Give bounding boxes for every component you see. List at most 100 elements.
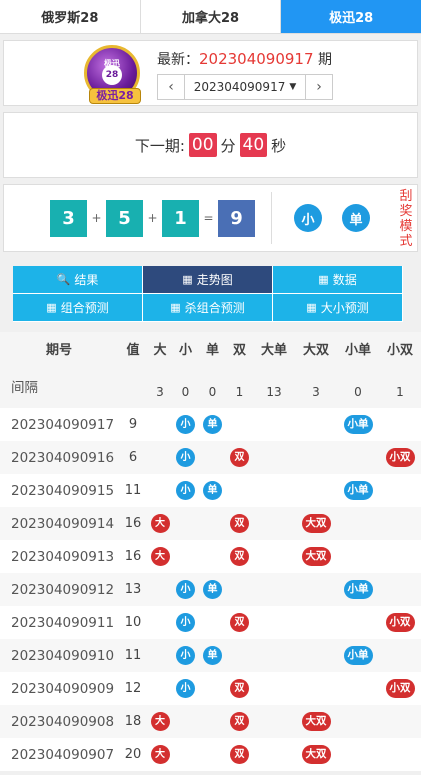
row-mark-cell <box>172 540 199 573</box>
row-mark-cell: 双 <box>226 507 253 540</box>
minutes-unit: 分 <box>220 136 236 155</box>
issue-select[interactable]: 202304090917 ▼ <box>185 74 305 100</box>
combo-badge: 大双 <box>301 514 331 533</box>
data-button[interactable]: ▦ 数据 <box>273 266 403 294</box>
row-value: 6 <box>118 441 148 474</box>
row-mark-cell <box>199 672 226 705</box>
row-mark-cell <box>253 705 295 738</box>
tab-russia28[interactable]: 俄罗斯28 <box>0 0 141 33</box>
combo-badge: 大双 <box>301 712 331 731</box>
row-mark-cell <box>337 441 379 474</box>
row-value: 16 <box>124 549 142 564</box>
row-value: 11 <box>124 483 142 498</box>
trend-chart-button[interactable]: ▦ 走势图 <box>143 266 273 294</box>
tab-jixun28[interactable]: 极迅28 <box>281 0 421 33</box>
row-mark-cell <box>148 441 172 474</box>
row-mark-cell <box>199 606 226 639</box>
table-row: 202304090913 16 大双大双 <box>0 540 421 573</box>
row-mark-cell <box>199 441 226 474</box>
mark-badge: 双 <box>230 679 249 698</box>
combo-prediction-button[interactable]: ▦ 组合预测 <box>13 294 143 322</box>
countdown-seconds: 40 <box>239 133 268 157</box>
gap-row: 间隔 3 0 0 1 13 3 0 1 <box>0 364 421 408</box>
row-mark-cell <box>253 738 295 771</box>
row-mark-cell <box>295 606 337 639</box>
mark-badge: 小 <box>176 679 195 698</box>
row-mark-cell: 双 <box>226 738 253 771</box>
number-3: 1 <box>162 199 199 237</box>
row-value: 20 <box>124 747 142 762</box>
table-row: 202304090915 11 小单 小单 <box>0 474 421 507</box>
row-mark-cell <box>172 738 199 771</box>
row-mark-cell <box>148 672 172 705</box>
row-mark-cell: 单 <box>199 408 226 441</box>
issue-select-value: 202304090917 <box>193 80 286 94</box>
table-row: 202304090907 20 大双大双 <box>0 738 421 771</box>
table-row: 202304090909 12 小双小双 <box>0 672 421 705</box>
tab-canada28[interactable]: 加拿大28 <box>141 0 282 33</box>
mark-badge: 小 <box>176 415 195 434</box>
header-even: 双 <box>226 332 253 364</box>
row-mark-cell <box>199 738 226 771</box>
button-label: 结果 <box>74 273 99 287</box>
row-mark-cell <box>337 705 379 738</box>
row-mark-cell: 单 <box>199 639 226 672</box>
latest-issue: 最新：202304090917 期 <box>157 49 333 69</box>
mark-badge: 大 <box>150 745 170 764</box>
row-mark-cell: 双 <box>226 705 253 738</box>
row-mark-cell <box>337 738 379 771</box>
header-big-odd: 大单 <box>253 332 295 364</box>
logo-top-text: 极迅 <box>104 59 120 68</box>
row-mark-cell <box>253 540 295 573</box>
trend-table: 期号 值 大 小 单 双 大单 大双 小单 小双 间隔 3 0 0 1 13 3… <box>0 332 421 771</box>
row-mark-cell <box>226 408 253 441</box>
parity-badge: 单 <box>342 204 370 232</box>
row-mark-cell: 小单 <box>337 573 379 606</box>
row-mark-cell <box>172 507 199 540</box>
row-mark-cell <box>148 639 172 672</box>
gap-cell: 0 <box>172 364 199 408</box>
scratch-mode-link[interactable]: 刮奖模式 <box>399 189 413 249</box>
row-mark-cell: 双 <box>226 672 253 705</box>
header-big-even: 大双 <box>295 332 337 364</box>
table-header-row: 期号 值 大 小 单 双 大单 大双 小单 小双 <box>0 332 421 364</box>
combo-badge: 小单 <box>343 580 373 599</box>
mark-badge: 双 <box>230 712 249 731</box>
row-mark-cell <box>148 408 172 441</box>
row-mark-cell <box>253 606 295 639</box>
mark-badge: 大 <box>150 514 170 533</box>
row-issue: 202304090912 <box>0 573 118 606</box>
row-value: 10 <box>124 615 142 630</box>
results-button[interactable]: 🔍 结果 <box>13 266 143 294</box>
prev-issue-button[interactable]: ‹ <box>157 74 185 100</box>
header-small-even: 小双 <box>379 332 421 364</box>
row-mark-cell: 小 <box>172 441 199 474</box>
button-label: 杀组合预测 <box>184 301 245 315</box>
row-value: 13 <box>118 573 148 606</box>
header-small-odd: 小单 <box>337 332 379 364</box>
mark-badge: 单 <box>203 481 222 500</box>
size-prediction-button[interactable]: ▦ 大小预测 <box>273 294 403 322</box>
row-mark-cell <box>148 606 172 639</box>
row-issue: 202304090915 <box>11 482 115 499</box>
gap-cell: 1 <box>226 364 253 408</box>
row-issue: 202304090917 <box>11 416 115 433</box>
next-issue-button[interactable]: › <box>305 74 333 100</box>
row-mark-cell: 大双 <box>295 540 337 573</box>
table-row: 202304090910 11 小单 小单 <box>0 639 421 672</box>
mark-badge: 小 <box>176 481 195 500</box>
kill-combo-prediction-button[interactable]: ▦ 杀组合预测 <box>143 294 273 322</box>
mark-badge: 双 <box>230 613 249 632</box>
chart-icon: ▦ <box>182 273 193 286</box>
row-mark-cell: 双 <box>226 441 253 474</box>
row-mark-cell: 小单 <box>337 474 379 507</box>
countdown-card: 下一期: 00 分 40 秒 <box>3 112 418 178</box>
row-mark-cell <box>379 738 421 771</box>
table-row: 202304090911 10 小双小双 <box>0 606 421 639</box>
row-mark-cell <box>226 474 253 507</box>
header-big: 大 <box>148 332 172 364</box>
sum-number: 9 <box>218 199 255 237</box>
combo-badge: 大双 <box>301 745 331 764</box>
button-label: 走势图 <box>196 273 233 287</box>
combo-badge: 小双 <box>385 613 415 632</box>
